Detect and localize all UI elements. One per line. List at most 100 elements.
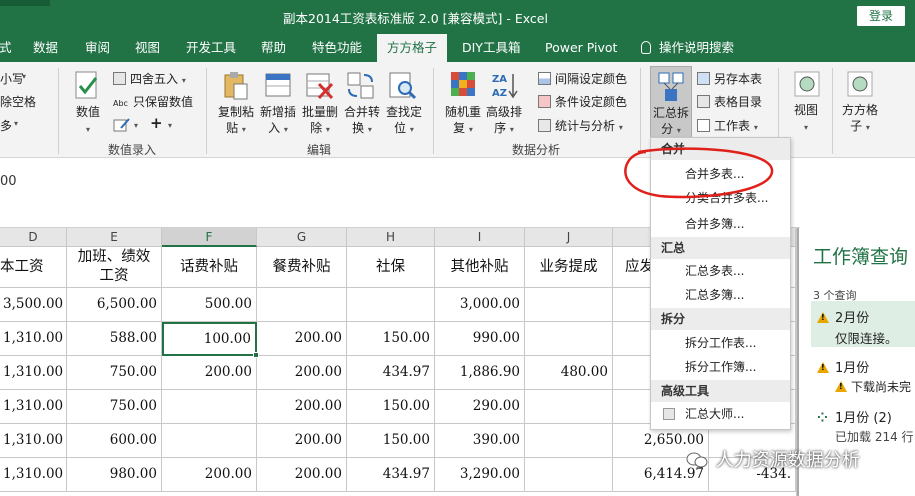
column-header-g[interactable]: G [257,228,347,247]
table-cell[interactable] [525,322,613,356]
stats-analysis-button[interactable]: 统计与分析 ▾ [538,117,623,134]
header-cell-social-security[interactable]: 社保 [347,247,435,288]
table-cell[interactable]: 150.00 [347,424,435,458]
column-header-h[interactable]: H [347,228,435,247]
active-cell[interactable]: 100.00 [162,322,257,356]
plus-button[interactable]: + [150,114,163,132]
tab-data[interactable]: 数据 [33,34,58,62]
table-cell[interactable] [162,424,257,458]
table-cell[interactable]: 150.00 [347,390,435,424]
tab-fangfang[interactable]: 方方格子 [377,34,448,62]
round-button[interactable]: 四舍五入 ▾ [113,70,186,87]
edit-icon[interactable] [113,117,133,133]
tab-format[interactable]: 式 [0,34,12,62]
header-cell-overtime[interactable]: 加班、绩效工资 [67,247,162,288]
save-as-sheet-button[interactable]: 另存本表 [697,70,762,87]
conditional-color-button[interactable]: 条件设定颜色 [538,93,627,110]
header-cell-base-salary[interactable]: 本工资 [0,247,67,288]
table-cell[interactable] [525,390,613,424]
table-cell[interactable]: 1,310.00 [0,424,67,458]
table-cell[interactable]: 6,500.00 [67,288,162,322]
table-cell[interactable]: 434.97 [347,458,435,492]
menu-item-merge-workbooks[interactable]: 合并多簿... [651,212,790,236]
table-cell[interactable]: 3,500.00 [0,288,67,322]
random-repeat-button[interactable]: 随机重复 ▾ [443,104,483,138]
table-cell[interactable]: 1,310.00 [0,390,67,424]
header-cell-other-subsidy[interactable]: 其他补贴 [435,247,525,288]
fill-handle[interactable] [253,352,259,358]
table-cell[interactable]: 588.00 [67,322,162,356]
tab-developer[interactable]: 开发工具 [186,34,236,62]
menu-item-split-sheet[interactable]: 拆分工作表... [651,331,790,355]
table-cell[interactable]: 150.00 [347,322,435,356]
advanced-sort-button[interactable]: 高级排序 ▾ [484,104,524,138]
header-cell-phone-subsidy[interactable]: 话费补贴 [162,247,257,288]
column-header-j[interactable]: J [525,228,613,247]
table-cell[interactable]: 500.00 [162,288,257,322]
header-cell-commission[interactable]: 业务提成 [525,247,613,288]
edit-dropdown[interactable]: ▾ [134,117,138,131]
batch-delete-button[interactable]: 批量删除 ▾ [300,104,340,138]
fangfang-button[interactable]: 方方格子 ▾ [840,102,880,136]
table-cell[interactable]: 200.00 [257,322,347,356]
interval-color-button[interactable]: 间隔设定颜色 [538,70,627,87]
table-cell[interactable]: 290.00 [435,390,525,424]
table-cell[interactable] [525,424,613,458]
menu-item-merge-sheets[interactable]: 合并多表... [651,162,790,186]
table-cell[interactable]: 1,310.00 [0,356,67,390]
table-cell[interactable]: 200.00 [257,356,347,390]
worksheet-button[interactable]: 工作表 ▾ [697,117,758,134]
tab-featured[interactable]: 特色功能 [312,34,362,62]
table-cell[interactable]: 1,310.00 [0,458,67,492]
find-locate-button[interactable]: 查找定位 ▾ [384,104,424,138]
table-cell[interactable] [525,458,613,492]
column-header-f[interactable]: F [162,228,257,247]
remove-space-button[interactable]: 除空格 [0,93,36,110]
header-cell-meal-subsidy[interactable]: 餐费补贴 [257,247,347,288]
table-cell[interactable]: 200.00 [162,356,257,390]
keep-value-button[interactable]: Abc 只保留数值 [113,93,193,110]
menu-item-summary-sheets[interactable]: 汇总多表... [651,259,790,283]
table-cell[interactable]: 390.00 [435,424,525,458]
table-cell[interactable]: 200.00 [257,424,347,458]
column-header-e[interactable]: E [67,228,162,247]
menu-item-summary-workbooks[interactable]: 汇总多簿... [651,283,790,307]
query-item-jan[interactable]: 1月份 下载尚未完 [811,355,915,399]
tab-diy-toolbox[interactable]: DIY工具箱 [462,34,520,62]
query-item-feb[interactable]: 2月份 仅限连接。 [811,301,915,347]
summary-split-button[interactable]: 汇总拆分 ▾ [650,66,692,138]
table-cell[interactable]: 600.00 [67,424,162,458]
copy-paste-button[interactable]: 复制粘贴 ▾ [216,104,256,138]
table-cell[interactable]: 980.00 [67,458,162,492]
table-cell[interactable]: 1,886.90 [435,356,525,390]
more-button[interactable]: 多 [0,117,12,134]
table-cell[interactable] [257,288,347,322]
table-cell[interactable]: 200.00 [257,458,347,492]
sheet-directory-button[interactable]: 表格目录 [697,93,762,110]
table-cell[interactable]: 480.00 [525,356,613,390]
tab-help[interactable]: 帮助 [261,34,286,62]
table-cell[interactable] [162,390,257,424]
table-cell[interactable]: 200.00 [162,458,257,492]
table-cell[interactable]: 3,000.00 [435,288,525,322]
query-item-jan-2[interactable]: ⁘ 1月份 (2) 已加载 214 行 [811,405,915,449]
view-button[interactable]: 视图 ▾ [788,102,824,136]
more-dropdown[interactable]: ▾ [14,115,18,129]
table-cell[interactable]: 200.00 [257,390,347,424]
table-cell[interactable]: 1,310.00 [0,322,67,356]
table-cell[interactable]: 750.00 [67,390,162,424]
numeric-value-button[interactable]: 数值 ▾ [70,104,106,138]
tab-tell-me[interactable]: 操作说明搜索 [641,34,734,62]
table-cell[interactable]: 990.00 [435,322,525,356]
table-cell[interactable] [347,288,435,322]
tab-view[interactable]: 视图 [135,34,160,62]
table-cell[interactable]: 750.00 [67,356,162,390]
lowercase-dropdown[interactable]: ▾ [22,68,26,82]
table-cell[interactable]: 3,290.00 [435,458,525,492]
menu-item-summary-master[interactable]: 汇总大师... [651,402,790,426]
add-insert-button[interactable]: 新增插入 ▾ [258,104,298,138]
table-cell[interactable] [525,288,613,322]
column-header-i[interactable]: I [435,228,525,247]
lowercase-button[interactable]: 小写 [0,70,24,87]
table-cell[interactable]: 434.97 [347,356,435,390]
